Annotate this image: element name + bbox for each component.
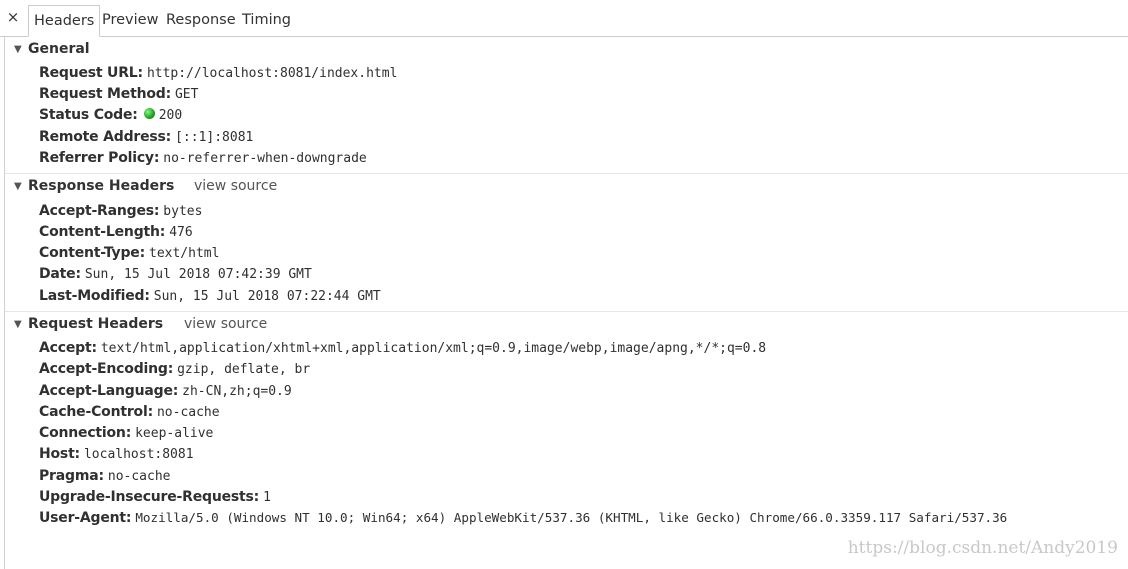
general-row-referrer-policy: Referrer Policy: no-referrer-when-downgra…: [39, 148, 367, 168]
header-key: Status Code:: [39, 107, 138, 123]
watermark: https://blog.csdn.net/Andy2019: [847, 538, 1118, 558]
header-value: [::1]:8081: [175, 130, 254, 145]
header-key: Remote Address:: [39, 129, 172, 145]
header-value: http://localhost:8081/index.html: [146, 66, 398, 81]
general-row-request-url: Request URL: http://localhost:8081/index.…: [39, 63, 397, 83]
general-row-remote-address: Remote Address: [::1]:8081: [39, 127, 253, 147]
expand-triangle-icon: ▼: [14, 319, 22, 330]
expand-triangle-icon: ▼: [14, 44, 22, 55]
header-key: Content-Type:: [39, 245, 145, 261]
request-headers-title: Request Headers: [28, 316, 164, 332]
request-row-upgrade-insecure-requests: Upgrade-Insecure-Requests: 1: [39, 487, 271, 507]
request-row-accept-encoding: Accept-Encoding: gzip, deflate, br: [39, 359, 310, 379]
header-value: GET: [174, 87, 199, 102]
header-value: bytes: [163, 204, 203, 219]
request-view-source-link[interactable]: view source: [184, 314, 267, 334]
header-value: keep-alive: [135, 426, 214, 441]
header-value: no-cache: [156, 405, 220, 420]
header-value: Sun, 15 Jul 2018 07:42:39 GMT: [84, 267, 312, 282]
header-key: User-Agent:: [39, 510, 132, 526]
tab-preview[interactable]: Preview: [102, 5, 158, 36]
request-row-accept: Accept: text/html,application/xhtml+xml,a…: [39, 338, 766, 358]
section-divider: [5, 173, 1128, 174]
request-row-pragma: Pragma: no-cache: [39, 466, 171, 486]
header-key: Accept-Language:: [39, 383, 179, 399]
expand-triangle-icon: ▼: [14, 181, 22, 192]
header-key: Content-Length:: [39, 224, 166, 240]
request-row-connection: Connection: keep-alive: [39, 423, 213, 443]
header-key: Accept-Ranges:: [39, 203, 160, 219]
header-value: 476: [169, 225, 193, 240]
response-row-accept-ranges: Accept-Ranges: bytes: [39, 201, 202, 221]
response-row-last-modified: Last-Modified: Sun, 15 Jul 2018 07:22:44 …: [39, 286, 381, 306]
panel-border: [4, 37, 5, 569]
header-key: Referrer Policy:: [39, 150, 160, 166]
status-ok-icon: [143, 108, 155, 119]
header-key: Cache-Control:: [39, 404, 153, 420]
general-title: General: [28, 41, 90, 57]
tab-headers[interactable]: Headers: [28, 5, 101, 37]
devtools-tab-bar: × Headers Preview Response Timing: [0, 0, 1128, 37]
header-key: Request URL:: [39, 65, 143, 81]
request-row-user-agent: User-Agent: Mozilla/5.0 (Windows NT 10.0;…: [39, 508, 1007, 528]
header-value: no-referrer-when-downgrade: [163, 151, 367, 166]
header-value: 1: [263, 490, 271, 505]
request-row-cache-control: Cache-Control: no-cache: [39, 402, 220, 422]
header-value: 200: [158, 108, 183, 123]
header-key: Date:: [39, 266, 81, 282]
response-row-content-length: Content-Length: 476: [39, 222, 193, 242]
header-value: localhost:8081: [83, 447, 194, 462]
header-key: Accept:: [39, 340, 97, 356]
header-value: text/html: [149, 246, 220, 261]
header-key: Connection:: [39, 425, 132, 441]
response-row-date: Date: Sun, 15 Jul 2018 07:42:39 GMT: [39, 264, 312, 284]
header-key: Accept-Encoding:: [39, 361, 174, 377]
request-headers-section-header[interactable]: ▼ Request Headers: [14, 314, 163, 334]
header-key: Host:: [39, 446, 80, 462]
response-row-content-type: Content-Type: text/html: [39, 243, 219, 263]
request-row-accept-language: Accept-Language: zh-CN,zh;q=0.9: [39, 381, 292, 401]
general-row-status-code: Status Code: 200: [39, 105, 182, 125]
header-value: zh-CN,zh;q=0.9: [182, 384, 292, 399]
header-key: Pragma:: [39, 468, 104, 484]
close-icon[interactable]: ×: [3, 7, 23, 27]
tab-response[interactable]: Response: [166, 5, 236, 36]
header-value: no-cache: [107, 469, 171, 484]
general-section-header[interactable]: ▼ General: [14, 39, 90, 59]
header-value: Mozilla/5.0 (Windows NT 10.0; Win64; x64…: [135, 510, 1008, 525]
response-headers-title: Response Headers: [28, 178, 175, 194]
header-key: Upgrade-Insecure-Requests:: [39, 489, 260, 505]
response-headers-section-header[interactable]: ▼ Response Headers: [14, 176, 174, 196]
header-key: Request Method:: [39, 86, 171, 102]
header-value: gzip, deflate, br: [177, 362, 311, 377]
header-value: Sun, 15 Jul 2018 07:22:44 GMT: [153, 289, 381, 304]
general-row-request-method: Request Method: GET: [39, 84, 198, 104]
section-divider: [5, 311, 1128, 312]
response-view-source-link[interactable]: view source: [194, 176, 277, 196]
header-value: text/html,application/xhtml+xml,applicat…: [100, 341, 767, 356]
tab-timing[interactable]: Timing: [242, 5, 291, 36]
request-row-host: Host: localhost:8081: [39, 444, 194, 464]
header-key: Last-Modified:: [39, 288, 150, 304]
